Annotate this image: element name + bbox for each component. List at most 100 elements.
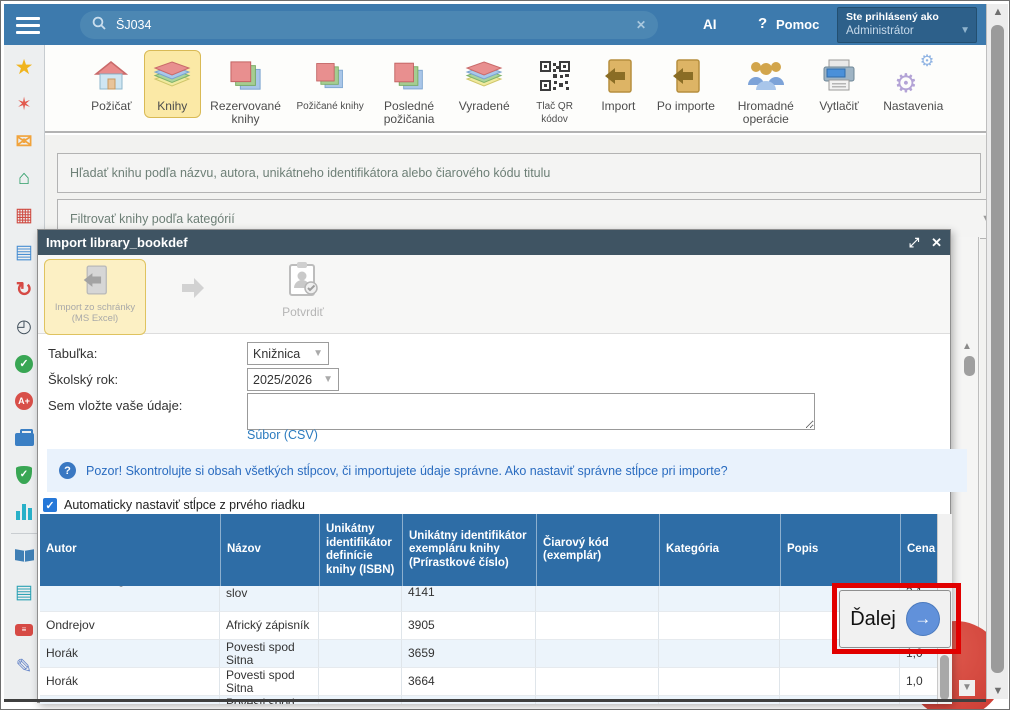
toolbar-button-posledne-pozicania[interactable]: Posledné požičania [370, 50, 448, 131]
toolbar-button-pozicane-knihy[interactable]: Požičané knihy [290, 50, 370, 118]
toolbar-button-knihy[interactable]: Knihy [144, 50, 201, 118]
cell-autor: Horák [40, 668, 220, 696]
ai-button[interactable]: AI [703, 17, 717, 32]
page-scrollbar-down-icon[interactable]: ▼ [959, 680, 975, 696]
column-header-prirastkove-cislo: Unikátny identifikátor exempláru knihy (… [402, 514, 536, 586]
cell-isbn [319, 668, 402, 696]
people-group-icon [746, 55, 786, 97]
dialog-title: Import library_bookdef [46, 235, 897, 250]
toolbar-button-import[interactable]: Import [589, 50, 648, 118]
table-row[interactable]: Horák Povesti spod Sitna 3659 1,0 [40, 640, 937, 668]
help-icon[interactable]: ? [758, 15, 767, 32]
toolbar-button-po-importe[interactable]: Po importe [648, 50, 724, 118]
warning-help-link[interactable]: Ako nastaviť správne stĺpce pri importe? [505, 464, 728, 478]
import-door-icon [671, 55, 701, 97]
school-year-select[interactable]: 2025/2026▼ [247, 368, 339, 391]
cell-autor: Ivanová Šalingová [40, 586, 220, 612]
window-scrollbar-thumb[interactable] [991, 25, 1004, 673]
check-circle-icon: ✓ [15, 355, 33, 373]
table-select[interactable]: Knižnica▼ [247, 342, 329, 365]
scroll-up-icon[interactable]: ▲ [987, 6, 1009, 18]
warning-text: Pozor! Skontrolujte si obsah všetkých st… [86, 464, 502, 478]
toolbar-label: Požičať [91, 100, 132, 113]
calendar-clock-icon: ◴ [16, 316, 32, 337]
toolbar-button-rezervovane-knihy[interactable]: Rezervované knihy [201, 50, 290, 131]
table-row[interactable]: Ivanová Šalingová Slovník cudzích slov 4… [40, 586, 937, 612]
sidebar-item-star[interactable]: ★ [4, 49, 44, 86]
table-row[interactable]: Horák Povesti spod Sitna 3664 1,0 [40, 668, 937, 696]
chevron-down-icon: ▼ [323, 374, 333, 385]
toolbar-button-hromadne-operacie[interactable]: Hromadné operácie [724, 50, 808, 131]
import-door-icon [82, 264, 108, 301]
global-search[interactable]: ✕ [80, 11, 658, 39]
mail-icon: ✉ [16, 129, 33, 154]
cell-nazov: Slovník cudzích slov [220, 586, 319, 612]
table-row[interactable]: Ondrejov Africký zápisník 3905 [40, 612, 937, 640]
column-header-cena: Cena [900, 514, 937, 586]
search-icon [92, 16, 106, 35]
bar-chart-icon [16, 504, 32, 520]
next-button[interactable]: Ďalej → [839, 590, 951, 648]
clipboard-check-icon [286, 261, 320, 302]
briefcase-icon [15, 433, 34, 446]
toolbar-button-pozicat[interactable]: Požičať [79, 50, 144, 118]
book-search-box[interactable] [57, 153, 981, 193]
toolbar-button-vytlacit[interactable]: Vytlačiť [808, 50, 871, 118]
sidebar-item-mail[interactable]: ✉ [4, 123, 44, 160]
scroll-down-icon[interactable]: ▼ [987, 685, 1009, 697]
import-button-label: Import zo schránky (MS Excel) [45, 303, 145, 324]
clear-search-icon[interactable]: ✕ [636, 18, 646, 32]
cell-ciarovy-kod [536, 640, 659, 668]
table-field-label: Tabuľka: [48, 346, 97, 361]
confirm-button[interactable]: Potvrdiť [263, 261, 343, 319]
toolbar-label: Tlač QR kódov [523, 100, 586, 126]
cell-prirastkove: 4141 [402, 586, 536, 612]
column-header-ciarovy-kod: Čiarový kód (exemplár) [536, 514, 659, 586]
step-arrow-icon [180, 277, 206, 304]
page-scrollbar-up-icon[interactable]: ▲ [962, 341, 972, 352]
user-menu[interactable]: Ste prihlásený ako Administrátor ▼ [837, 7, 977, 43]
toolbar-label: Rezervované knihy [204, 100, 287, 126]
window-scrollbar[interactable]: ▲ ▼ [986, 4, 1008, 699]
toolbar-label: Import [601, 100, 635, 113]
close-icon[interactable]: ✕ [931, 235, 942, 251]
grades-icon: A+ [15, 392, 33, 410]
autoset-checkbox[interactable]: ✓ [43, 498, 57, 512]
cell-ciarovy-kod [536, 586, 659, 612]
stacked-books-icon [393, 55, 425, 97]
toolbar-button-nastavenia[interactable]: ⚙⚙ Nastavenia [870, 50, 956, 118]
maximize-icon[interactable]: ⤢ [909, 235, 919, 251]
sidebar-item-home[interactable]: ⌂ [4, 160, 44, 197]
csv-file-link[interactable]: Súbor (CSV) [247, 428, 318, 442]
chat-bubble-icon: ≡ [15, 624, 33, 636]
toolbar-label: Vytlačiť [819, 100, 858, 113]
book-search-input[interactable] [58, 154, 980, 192]
chevron-down-icon: ▼ [960, 25, 970, 36]
toolbar-label: Požičané knihy [297, 100, 364, 113]
pen-icon: ✎ [16, 654, 33, 679]
page-scrollbar-thumb[interactable] [964, 356, 975, 376]
help-button[interactable]: Pomoc [776, 17, 819, 32]
cell-isbn [319, 586, 402, 612]
column-header-isbn: Unikátny identifikátor definície knihy (… [319, 514, 402, 586]
import-from-clipboard-button[interactable]: Import zo schránky (MS Excel) [44, 259, 146, 335]
warning-banner: ? Pozor! Skontrolujte si obsah všetkých … [47, 449, 967, 492]
paste-data-textarea[interactable] [247, 393, 815, 430]
autoset-columns-row: ✓ Automaticky nastaviť stĺpce z prvého r… [43, 498, 305, 512]
question-icon: ? [59, 462, 76, 479]
table-scrollbar-thumb[interactable] [940, 655, 949, 700]
shield-check-icon: ✓ [16, 466, 32, 484]
dialog-titlebar: Import library_bookdef ⤢ ✕ [38, 230, 950, 255]
cell-popis [780, 668, 900, 696]
house-icon [93, 55, 129, 97]
toolbar-button-tlac-qr-kodov[interactable]: Tlač QR kódov [520, 50, 589, 131]
timetable-grid-icon: ▦ [15, 204, 33, 227]
cell-kategoria [659, 612, 780, 640]
hamburger-menu-icon[interactable] [16, 13, 40, 38]
app-window: ✕ AI ? Pomoc Ste prihlásený ako Administ… [0, 0, 1010, 710]
toolbar-button-vyradene[interactable]: Vyradené [448, 50, 520, 118]
search-input[interactable] [114, 17, 628, 33]
sidebar-item-wizard[interactable]: ✶ [4, 86, 44, 123]
toolbar-label: Hromadné operácie [727, 100, 805, 126]
import-table-body: Ivanová Šalingová Slovník cudzích slov 4… [40, 586, 937, 704]
